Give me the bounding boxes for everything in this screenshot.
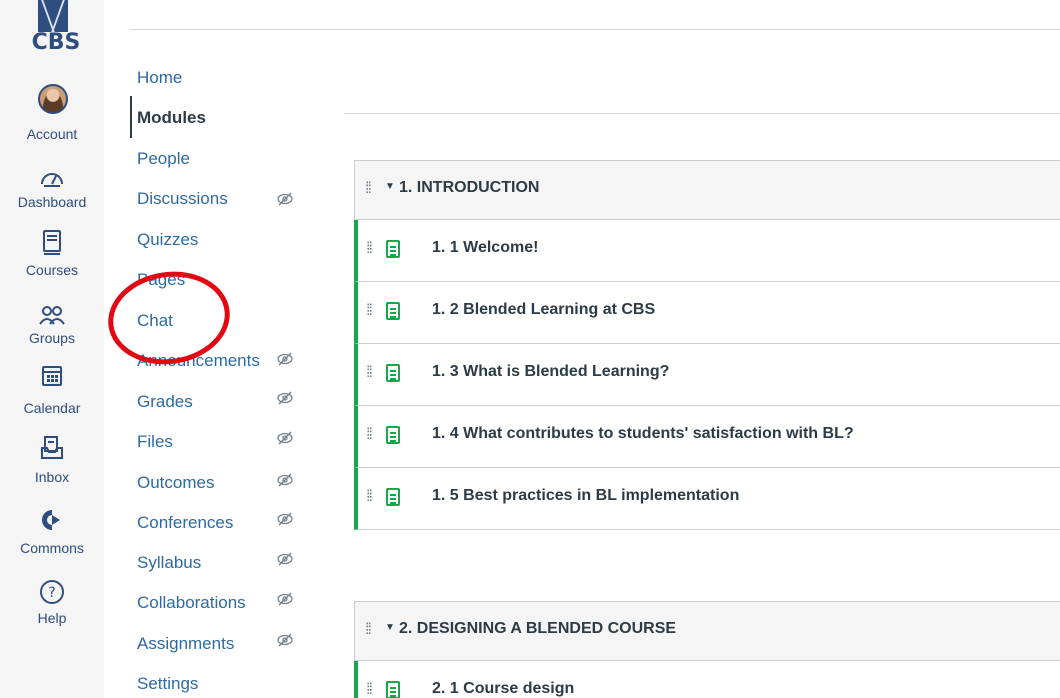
- hidden-eye-icon: [277, 391, 293, 405]
- collapse-caret-icon[interactable]: ▼: [385, 622, 395, 633]
- drag-handle-icon[interactable]: ⁞⁞: [366, 364, 373, 382]
- course-nav-conferences[interactable]: Conferences: [137, 511, 233, 535]
- course-nav-outcomes[interactable]: Outcomes: [137, 471, 214, 495]
- page-icon: [386, 240, 400, 258]
- header-divider: [130, 29, 1060, 30]
- drag-handle-icon[interactable]: ⁞⁞: [365, 180, 372, 198]
- nav-commons-label: Commons: [20, 540, 84, 556]
- toolbar-divider: [344, 113, 1060, 114]
- course-nav-collaborations[interactable]: Collaborations: [137, 591, 246, 615]
- drag-handle-icon[interactable]: ⁞⁞: [366, 426, 373, 444]
- nav-dashboard-label: Dashboard: [17, 194, 87, 210]
- calendar-icon: [42, 366, 62, 386]
- module-item-title[interactable]: 2. 1 Course design: [432, 680, 574, 698]
- hidden-eye-icon: [277, 352, 293, 366]
- hidden-eye-icon: [277, 431, 293, 445]
- dashboard-icon: [41, 173, 63, 187]
- drag-handle-icon[interactable]: ⁞⁞: [365, 621, 372, 639]
- course-nav-discussions[interactable]: Discussions: [137, 187, 228, 211]
- page-icon: [386, 488, 400, 506]
- hidden-eye-icon: [277, 192, 293, 206]
- nav-inbox-label: Inbox: [34, 469, 70, 485]
- hidden-eye-icon: [277, 473, 293, 487]
- page-icon: [386, 426, 400, 444]
- svg-text:?: ?: [48, 585, 55, 601]
- nav-calendar-label: Calendar: [23, 400, 81, 416]
- drag-handle-icon[interactable]: ⁞⁞: [366, 240, 373, 258]
- hidden-eye-icon: [277, 512, 293, 526]
- nav-courses-label: Courses: [25, 262, 79, 278]
- module-item-title[interactable]: 1. 2 Blended Learning at CBS: [432, 301, 655, 319]
- course-nav-quizzes[interactable]: Quizzes: [137, 228, 198, 252]
- commons-icon: [42, 510, 60, 530]
- nav-groups-label: Groups: [29, 330, 75, 346]
- module-title: 2. DESIGNING A BLENDED COURSE: [399, 620, 677, 637]
- course-nav-syllabus[interactable]: Syllabus: [137, 551, 201, 575]
- module-item-title[interactable]: 1. 5 Best practices in BL implementation: [432, 487, 739, 505]
- cbs-logo[interactable]: CBS: [30, 0, 82, 62]
- drag-handle-icon[interactable]: ⁞⁞: [366, 681, 373, 698]
- global-nav: CBS Account Dashboard Courses Groups Cal…: [0, 0, 104, 698]
- module-item[interactable]: ⁞⁞ 1. 3 What is Blended Learning?: [354, 344, 1060, 406]
- module-item-title[interactable]: 1. 1 Welcome!: [432, 239, 538, 257]
- nav-help-label: Help: [37, 610, 67, 626]
- module-title: 1. INTRODUCTION: [399, 179, 540, 196]
- active-item-indicator: [130, 96, 132, 138]
- module-item[interactable]: ⁞⁞ 1. 4 What contributes to students' sa…: [354, 406, 1060, 468]
- groups-icon: [39, 306, 65, 325]
- module-item[interactable]: ⁞⁞ 2. 1 Course design: [354, 661, 1060, 698]
- hidden-eye-icon: [277, 633, 293, 647]
- drag-handle-icon[interactable]: ⁞⁞: [366, 302, 373, 320]
- drag-handle-icon[interactable]: ⁞⁞: [366, 488, 373, 506]
- module-header-designing[interactable]: ⁞⁞ ▼ 2. DESIGNING A BLENDED COURSE: [354, 601, 1060, 661]
- course-nav-modules[interactable]: Modules: [137, 106, 206, 130]
- inbox-icon: [41, 436, 63, 459]
- courses-icon: [43, 230, 61, 255]
- course-nav-people[interactable]: People: [137, 147, 190, 171]
- module-item[interactable]: ⁞⁞ 1. 1 Welcome!: [354, 220, 1060, 282]
- hidden-eye-icon: [277, 552, 293, 566]
- module-item-title[interactable]: 1. 3 What is Blended Learning?: [432, 363, 669, 381]
- avatar: [38, 84, 68, 114]
- page-icon: [386, 302, 400, 320]
- help-icon: ?: [40, 580, 64, 604]
- course-nav-grades[interactable]: Grades: [137, 390, 193, 414]
- hidden-eye-icon: [277, 592, 293, 606]
- course-nav-files[interactable]: Files: [137, 430, 173, 454]
- module-item[interactable]: ⁞⁞ 1. 5 Best practices in BL implementat…: [354, 468, 1060, 530]
- module-item-title[interactable]: 1. 4 What contributes to students' satis…: [432, 425, 854, 443]
- module-header-introduction[interactable]: ⁞⁞ ▼ 1. INTRODUCTION: [354, 160, 1060, 220]
- course-nav-settings[interactable]: Settings: [137, 672, 198, 696]
- collapse-caret-icon[interactable]: ▼: [385, 181, 395, 192]
- module-item[interactable]: ⁞⁞ 1. 2 Blended Learning at CBS: [354, 282, 1060, 344]
- cbs-logo-text: CBS: [31, 30, 81, 55]
- course-nav-home[interactable]: Home: [137, 66, 182, 90]
- course-nav-assignments[interactable]: Assignments: [137, 632, 234, 656]
- cbs-logo-mark-icon: [38, 0, 68, 32]
- page-icon: [386, 681, 400, 698]
- nav-account-label: Account: [26, 126, 78, 142]
- page-icon: [386, 364, 400, 382]
